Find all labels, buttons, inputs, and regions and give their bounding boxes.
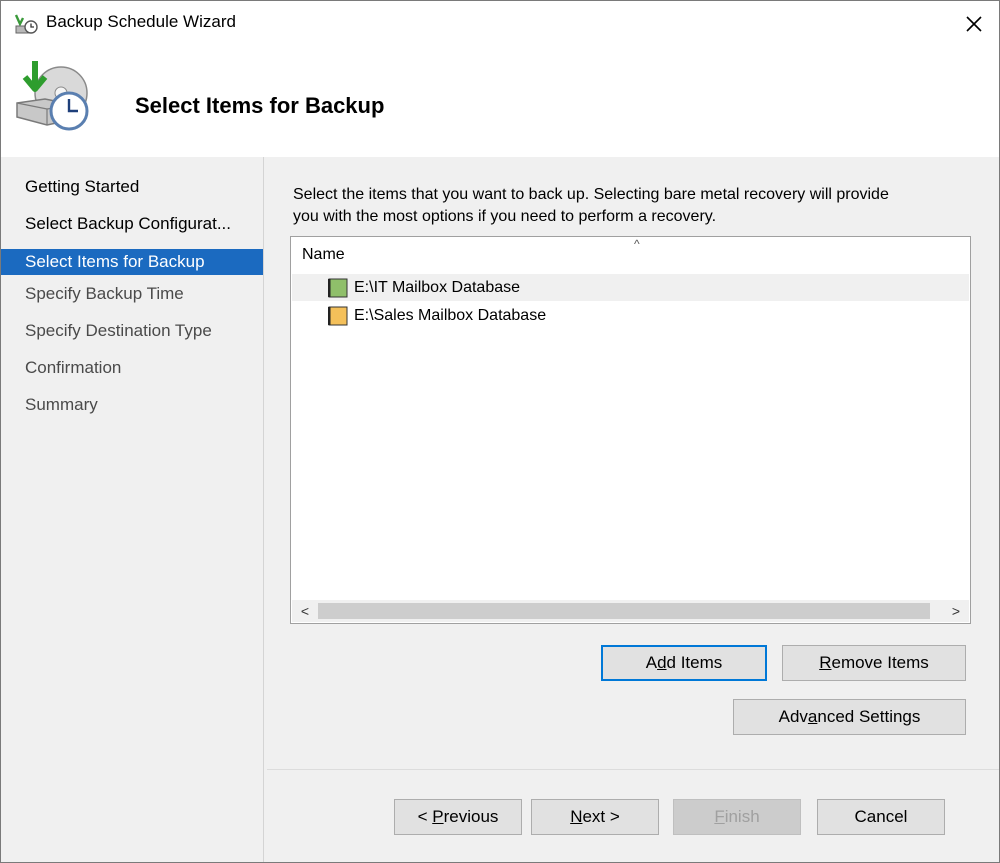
- list-item[interactable]: E:\Sales Mailbox Database: [292, 302, 969, 329]
- footer-divider: [267, 769, 999, 770]
- wizard-content: Select the items that you want to back u…: [267, 157, 999, 862]
- backup-schedule-icon: [16, 61, 89, 131]
- next-button[interactable]: Next >: [531, 799, 659, 835]
- instructions-text: Select the items that you want to back u…: [293, 184, 983, 228]
- list-item-label: E:\IT Mailbox Database: [354, 279, 521, 296]
- cancel-button[interactable]: Cancel: [817, 799, 945, 835]
- nav-step-specify-backup-time: Specify Backup Time: [25, 284, 184, 303]
- page-title: Select Items for Backup: [135, 93, 385, 118]
- nav-step-select-backup-configuration[interactable]: Select Backup Configurat...: [1, 211, 263, 237]
- sort-ascending-icon: ^: [634, 237, 640, 251]
- wizard-step-nav: Getting Started Select Backup Configurat…: [1, 157, 264, 862]
- title-bar: Backup Schedule Wizard: [1, 1, 999, 47]
- close-icon[interactable]: [959, 9, 989, 39]
- database-volume-icon: [328, 278, 348, 298]
- database-volume-icon: [328, 306, 348, 326]
- nav-step-getting-started[interactable]: Getting Started: [1, 174, 263, 200]
- backup-items-list[interactable]: ^ Name E:\IT Mailbox Database E:\Sales M…: [290, 236, 971, 624]
- finish-button: Finish: [673, 799, 801, 835]
- advanced-settings-button[interactable]: Advanced Settings: [733, 699, 966, 735]
- nav-step-summary: Summary: [25, 395, 98, 414]
- add-items-button[interactable]: Add Items: [601, 645, 767, 681]
- wizard-window: Backup Schedule Wizard Select Items for …: [0, 0, 1000, 863]
- wizard-header: Select Items for Backup: [1, 47, 999, 157]
- backup-app-icon: [14, 14, 38, 34]
- list-item[interactable]: E:\IT Mailbox Database: [292, 274, 969, 301]
- previous-button[interactable]: < Previous: [394, 799, 522, 835]
- instructions-line-1: Select the items that you want to back u…: [293, 186, 889, 203]
- nav-step-specify-destination-type: Specify Destination Type: [25, 321, 212, 340]
- list-item-label: E:\Sales Mailbox Database: [354, 307, 547, 324]
- window-title: Backup Schedule Wizard: [46, 12, 236, 31]
- nav-step-confirmation: Confirmation: [25, 358, 122, 377]
- name-column-header[interactable]: Name: [302, 246, 345, 264]
- instructions-line-2: you with the most options if you need to…: [293, 208, 717, 225]
- scrollbar-thumb[interactable]: [318, 603, 930, 619]
- scroll-right-icon[interactable]: >: [945, 600, 967, 622]
- horizontal-scrollbar[interactable]: < >: [292, 600, 969, 622]
- nav-step-select-items-for-backup[interactable]: Select Items for Backup: [1, 249, 263, 275]
- remove-items-button[interactable]: Remove Items: [782, 645, 966, 681]
- wizard-body: Getting Started Select Backup Configurat…: [1, 157, 999, 862]
- scroll-left-icon[interactable]: <: [294, 600, 316, 622]
